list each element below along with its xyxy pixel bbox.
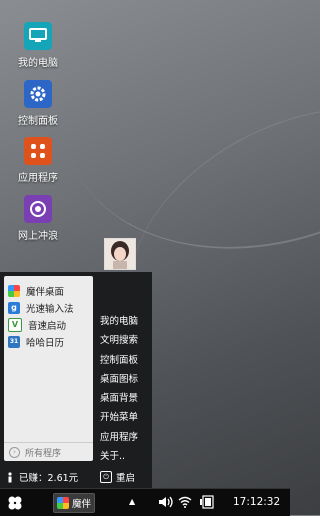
all-programs-label: 所有程序 xyxy=(25,448,62,459)
menu-item-desktop-icons[interactable]: 桌面图标 xyxy=(100,370,150,389)
menu-item-start-menu[interactable]: 开始菜单 xyxy=(100,408,150,427)
app-item-mobanzhuomian[interactable]: 魔伴桌面 xyxy=(4,282,93,299)
menu-item-applications[interactable]: 应用程序 xyxy=(100,428,150,447)
desktop-icon-control-panel[interactable]: 控制面板 xyxy=(8,80,68,127)
menu-item-control-panel[interactable]: 控制面板 xyxy=(100,351,150,370)
app-item-label: 哈哈日历 xyxy=(26,337,65,349)
mobanzhuomian-icon xyxy=(57,497,69,509)
start-menu-app-panel: 魔伴桌面 g 光速输入法 V 音速启动 31 哈哈日历 › 所有程序 xyxy=(4,276,93,461)
clover-logo-icon xyxy=(8,496,22,510)
input-method-icon: g xyxy=(8,301,20,314)
battery-icon[interactable] xyxy=(198,495,214,512)
launcher-icon: V xyxy=(8,317,22,332)
desktop-icon-label: 网上冲浪 xyxy=(18,231,58,242)
app-item-input-method[interactable]: g 光速输入法 xyxy=(4,299,93,316)
start-menu-right-list: 我的电脑 文明搜索 控制面板 桌面图标 桌面背景 开始菜单 应用程序 关于.. xyxy=(100,312,150,466)
taskbar-task-moban[interactable]: 魔伴 xyxy=(53,493,95,513)
volume-icon[interactable] xyxy=(158,496,174,511)
arrow-right-icon: › xyxy=(9,446,20,458)
wallet-icon xyxy=(6,472,14,483)
apps-icon xyxy=(24,137,52,165)
earned-amount: 已赚：2.61元 xyxy=(19,473,79,484)
app-item-label: 音速启动 xyxy=(28,320,67,332)
app-item-label: 光速输入法 xyxy=(26,303,74,315)
app-item-launcher[interactable]: V 音速启动 xyxy=(4,316,93,333)
start-button[interactable] xyxy=(6,494,24,512)
mobanzhuomian-icon xyxy=(8,284,20,297)
desktop-icon-label: 我的电脑 xyxy=(18,58,58,69)
restart-button[interactable]: ⏻ 重启 xyxy=(100,470,135,484)
start-menu-footer: 已赚：2.61元 ⏻ 重启 xyxy=(0,466,152,488)
all-programs-button[interactable]: › 所有程序 xyxy=(4,442,93,461)
start-menu: 魔伴桌面 g 光速输入法 V 音速启动 31 哈哈日历 › 所有程序 我的电脑 … xyxy=(0,272,152,488)
user-avatar[interactable] xyxy=(104,238,136,270)
browser-icon xyxy=(24,195,52,223)
app-item-label: 魔伴桌面 xyxy=(26,286,65,298)
menu-item-about[interactable]: 关于.. xyxy=(100,447,150,466)
restart-label: 重启 xyxy=(116,473,136,484)
gear-icon xyxy=(24,80,52,108)
desktop-icon-applications[interactable]: 应用程序 xyxy=(8,137,68,184)
power-icon: ⏻ xyxy=(100,471,112,483)
wifi-icon[interactable] xyxy=(178,496,192,511)
desktop-icon-label: 应用程序 xyxy=(18,173,58,184)
task-label: 魔伴 xyxy=(72,499,92,510)
menu-item-search[interactable]: 文明搜索 xyxy=(100,331,150,350)
menu-item-desktop-background[interactable]: 桌面背景 xyxy=(100,389,150,408)
computer-icon xyxy=(24,22,52,50)
desktop-icon-my-computer[interactable]: 我的电脑 xyxy=(8,22,68,69)
desktop-icon-browser[interactable]: 网上冲浪 xyxy=(8,195,68,242)
desktop-icon-label: 控制面板 xyxy=(18,116,58,127)
tray-expand-icon[interactable]: ▲ xyxy=(129,497,135,506)
calendar-icon: 31 xyxy=(8,335,20,348)
taskbar: 魔伴 ▲ 17:12:32 xyxy=(0,488,290,516)
app-item-calendar[interactable]: 31 哈哈日历 xyxy=(4,333,93,350)
menu-item-my-computer[interactable]: 我的电脑 xyxy=(100,312,150,331)
clock[interactable]: 17:12:32 xyxy=(233,496,280,508)
